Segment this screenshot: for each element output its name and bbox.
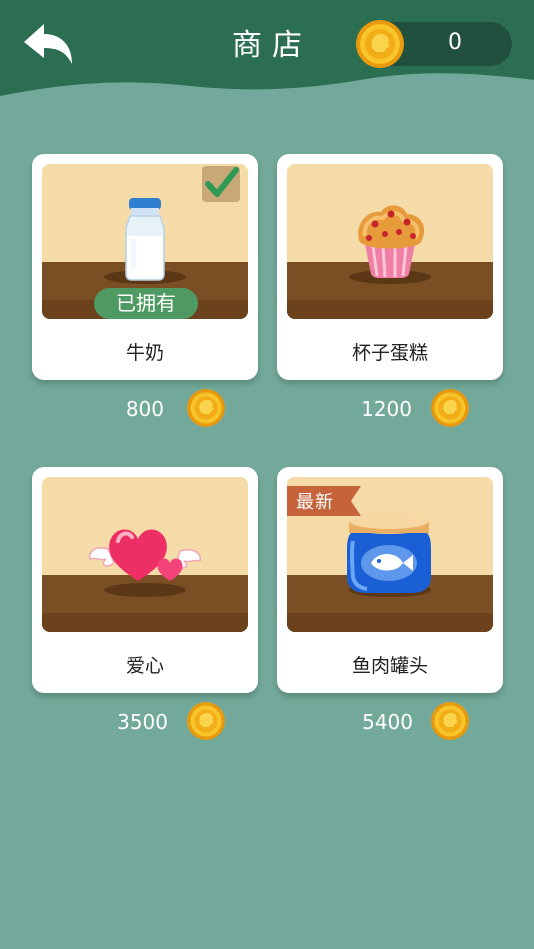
coin-balance: 0 bbox=[356, 20, 512, 68]
item-scene: 最新 bbox=[287, 477, 493, 632]
item-name: 爱心 bbox=[125, 655, 164, 677]
fish-can-icon bbox=[347, 513, 431, 593]
coin-icon bbox=[187, 702, 225, 740]
new-ribbon: 最新 bbox=[287, 486, 361, 520]
owned-check-icon bbox=[202, 166, 240, 202]
coin-icon bbox=[431, 389, 469, 427]
item-name: 鱼肉罐头 bbox=[351, 655, 428, 677]
coin-icon bbox=[187, 389, 225, 427]
owned-badge: 已拥有 bbox=[94, 288, 198, 319]
cupcake-icon bbox=[358, 205, 425, 278]
header-bar: 商店 0 bbox=[0, 0, 534, 98]
item-name: 牛奶 bbox=[125, 342, 164, 364]
coin-icon bbox=[431, 702, 469, 740]
winged-hearts-icon bbox=[88, 529, 202, 581]
item-price: 5400 bbox=[362, 710, 413, 734]
milk-bottle-icon bbox=[125, 198, 165, 281]
item-scene bbox=[42, 477, 248, 632]
shop-item-card[interactable]: 已拥有 牛奶 bbox=[32, 154, 258, 380]
item-price: 3500 bbox=[117, 710, 168, 734]
shop-item-card[interactable]: 爱心 bbox=[32, 467, 258, 693]
coin-icon bbox=[356, 20, 404, 68]
new-ribbon-label: 最新 bbox=[296, 492, 334, 513]
item-price: 1200 bbox=[361, 397, 412, 421]
item-scene bbox=[287, 164, 493, 319]
item-scene: 已拥有 bbox=[42, 164, 248, 319]
item-name: 杯子蛋糕 bbox=[351, 342, 428, 364]
shop-item-card[interactable]: 最新 鱼肉罐头 bbox=[277, 467, 503, 693]
item-price: 800 bbox=[125, 397, 164, 421]
coin-count: 0 bbox=[448, 30, 462, 55]
shop-item-card[interactable]: 杯子蛋糕 bbox=[277, 154, 503, 380]
